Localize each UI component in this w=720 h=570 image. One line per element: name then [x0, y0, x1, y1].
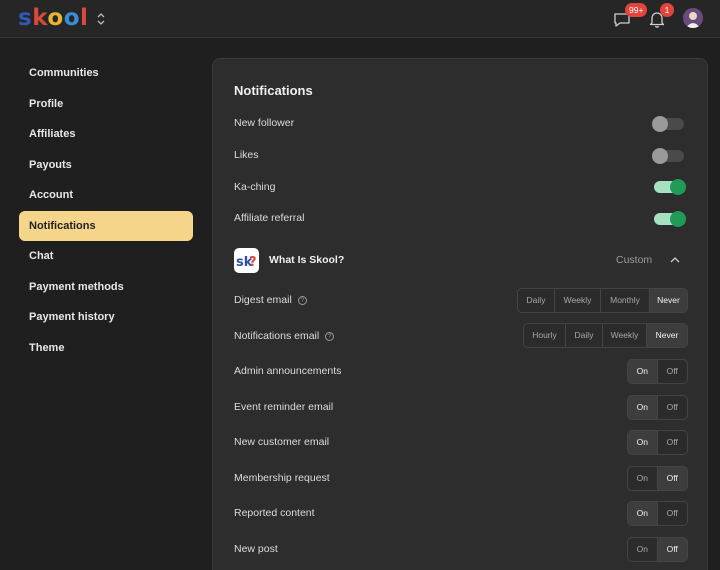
event-reminder-switch: On Off: [627, 395, 688, 420]
help-icon[interactable]: ?: [297, 296, 307, 305]
toggle-knob: [652, 148, 668, 164]
toggle-label: Affiliate referral: [234, 212, 305, 224]
skool-logo[interactable]: skool: [18, 5, 88, 31]
switch-label: New post: [234, 543, 278, 555]
user-avatar[interactable]: [683, 8, 703, 28]
notif-option-weekly[interactable]: Weekly: [603, 324, 647, 347]
switch-label: New customer email: [234, 436, 330, 448]
toggle-label: Likes: [234, 149, 259, 161]
notifications-email-selector: Hourly Daily Weekly Never: [523, 323, 688, 348]
switch-on[interactable]: On: [628, 360, 658, 383]
logo-letter: o: [47, 5, 64, 31]
community-logo: sk ?: [236, 255, 257, 270]
switch-on[interactable]: On: [628, 538, 658, 561]
notif-option-hourly[interactable]: Hourly: [524, 324, 566, 347]
digest-option-daily[interactable]: Daily: [518, 289, 555, 312]
digest-option-weekly[interactable]: Weekly: [555, 289, 601, 312]
toggle-label: New follower: [234, 117, 295, 129]
switch-on[interactable]: On: [628, 467, 658, 490]
switch-off[interactable]: Off: [658, 360, 687, 383]
new-customer-switch: On Off: [627, 430, 688, 455]
logo-letter: l: [80, 5, 89, 31]
notification-badge: 1: [660, 3, 674, 17]
community-mode-label[interactable]: Custom: [616, 254, 652, 266]
switch-off[interactable]: Off: [657, 538, 687, 561]
sidebar-item-payment-methods[interactable]: Payment methods: [19, 272, 193, 303]
chat-unread-badge: 99+: [625, 3, 648, 17]
notif-option-never[interactable]: Never: [647, 324, 687, 347]
new-follower-toggle[interactable]: [652, 116, 684, 132]
switch-off[interactable]: Off: [658, 502, 687, 525]
toggle-knob: [652, 116, 668, 132]
logo-letter: k: [32, 5, 48, 31]
sidebar-item-notifications[interactable]: Notifications: [19, 210, 193, 241]
page-title: Notifications: [234, 83, 313, 98]
sidebar-item-payment-history[interactable]: Payment history: [19, 302, 193, 333]
notifications-panel: Notifications New follower Likes Ka-chin…: [212, 58, 708, 570]
admin-announcements-switch: On Off: [627, 359, 688, 384]
switch-on[interactable]: On: [628, 396, 658, 419]
digest-email-selector: Daily Weekly Monthly Never: [517, 288, 688, 313]
reported-content-switch: On Off: [627, 501, 688, 526]
settings-sidebar: Communities Profile Affiliates Payouts A…: [19, 58, 193, 363]
digest-option-never[interactable]: Never: [650, 289, 687, 312]
avatar-image: [683, 8, 703, 28]
new-post-switch: On Off: [627, 537, 688, 562]
sidebar-item-affiliates[interactable]: Affiliates: [19, 119, 193, 150]
logo-letter: s: [18, 5, 33, 31]
community-name: What Is Skool?: [269, 254, 345, 266]
toggle-label: Ka-ching: [234, 181, 276, 193]
digest-email-row: Digest email?: [234, 294, 307, 306]
community-icon: sk ?: [234, 248, 259, 273]
sidebar-item-chat[interactable]: Chat: [19, 241, 193, 272]
digest-email-label: Digest email: [234, 294, 292, 306]
help-icon[interactable]: ?: [325, 332, 335, 341]
membership-request-switch: On Off: [627, 466, 688, 491]
affiliate-referral-toggle[interactable]: [654, 211, 686, 227]
switch-on[interactable]: On: [628, 502, 658, 525]
sidebar-item-communities[interactable]: Communities: [19, 58, 193, 89]
chevron-up-icon[interactable]: [669, 255, 681, 265]
notifications-email-label: Notifications email: [234, 330, 320, 342]
switch-label: Event reminder email: [234, 401, 334, 413]
switch-label: Membership request: [234, 472, 330, 484]
sidebar-item-profile[interactable]: Profile: [19, 89, 193, 120]
sidebar-item-payouts[interactable]: Payouts: [19, 150, 193, 181]
sidebar-item-theme[interactable]: Theme: [19, 333, 193, 364]
likes-toggle[interactable]: [652, 148, 684, 164]
switch-label: Reported content: [234, 507, 315, 519]
community-switcher-icon[interactable]: [95, 10, 107, 28]
ka-ching-toggle[interactable]: [654, 179, 686, 195]
svg-text:?: ?: [249, 255, 257, 270]
toggle-knob: [670, 211, 686, 227]
notifications-email-row: Notifications email?: [234, 330, 335, 342]
top-bar: skool 99+ 1: [0, 0, 720, 38]
toggle-knob: [670, 179, 686, 195]
sidebar-item-account[interactable]: Account: [19, 180, 193, 211]
switch-label: Admin announcements: [234, 365, 342, 377]
logo-letter: o: [63, 5, 81, 31]
switch-on[interactable]: On: [628, 431, 658, 454]
switch-off[interactable]: Off: [658, 396, 687, 419]
digest-option-monthly[interactable]: Monthly: [601, 289, 650, 312]
notif-option-daily[interactable]: Daily: [566, 324, 603, 347]
switch-off[interactable]: Off: [658, 431, 687, 454]
switch-off[interactable]: Off: [657, 467, 687, 490]
